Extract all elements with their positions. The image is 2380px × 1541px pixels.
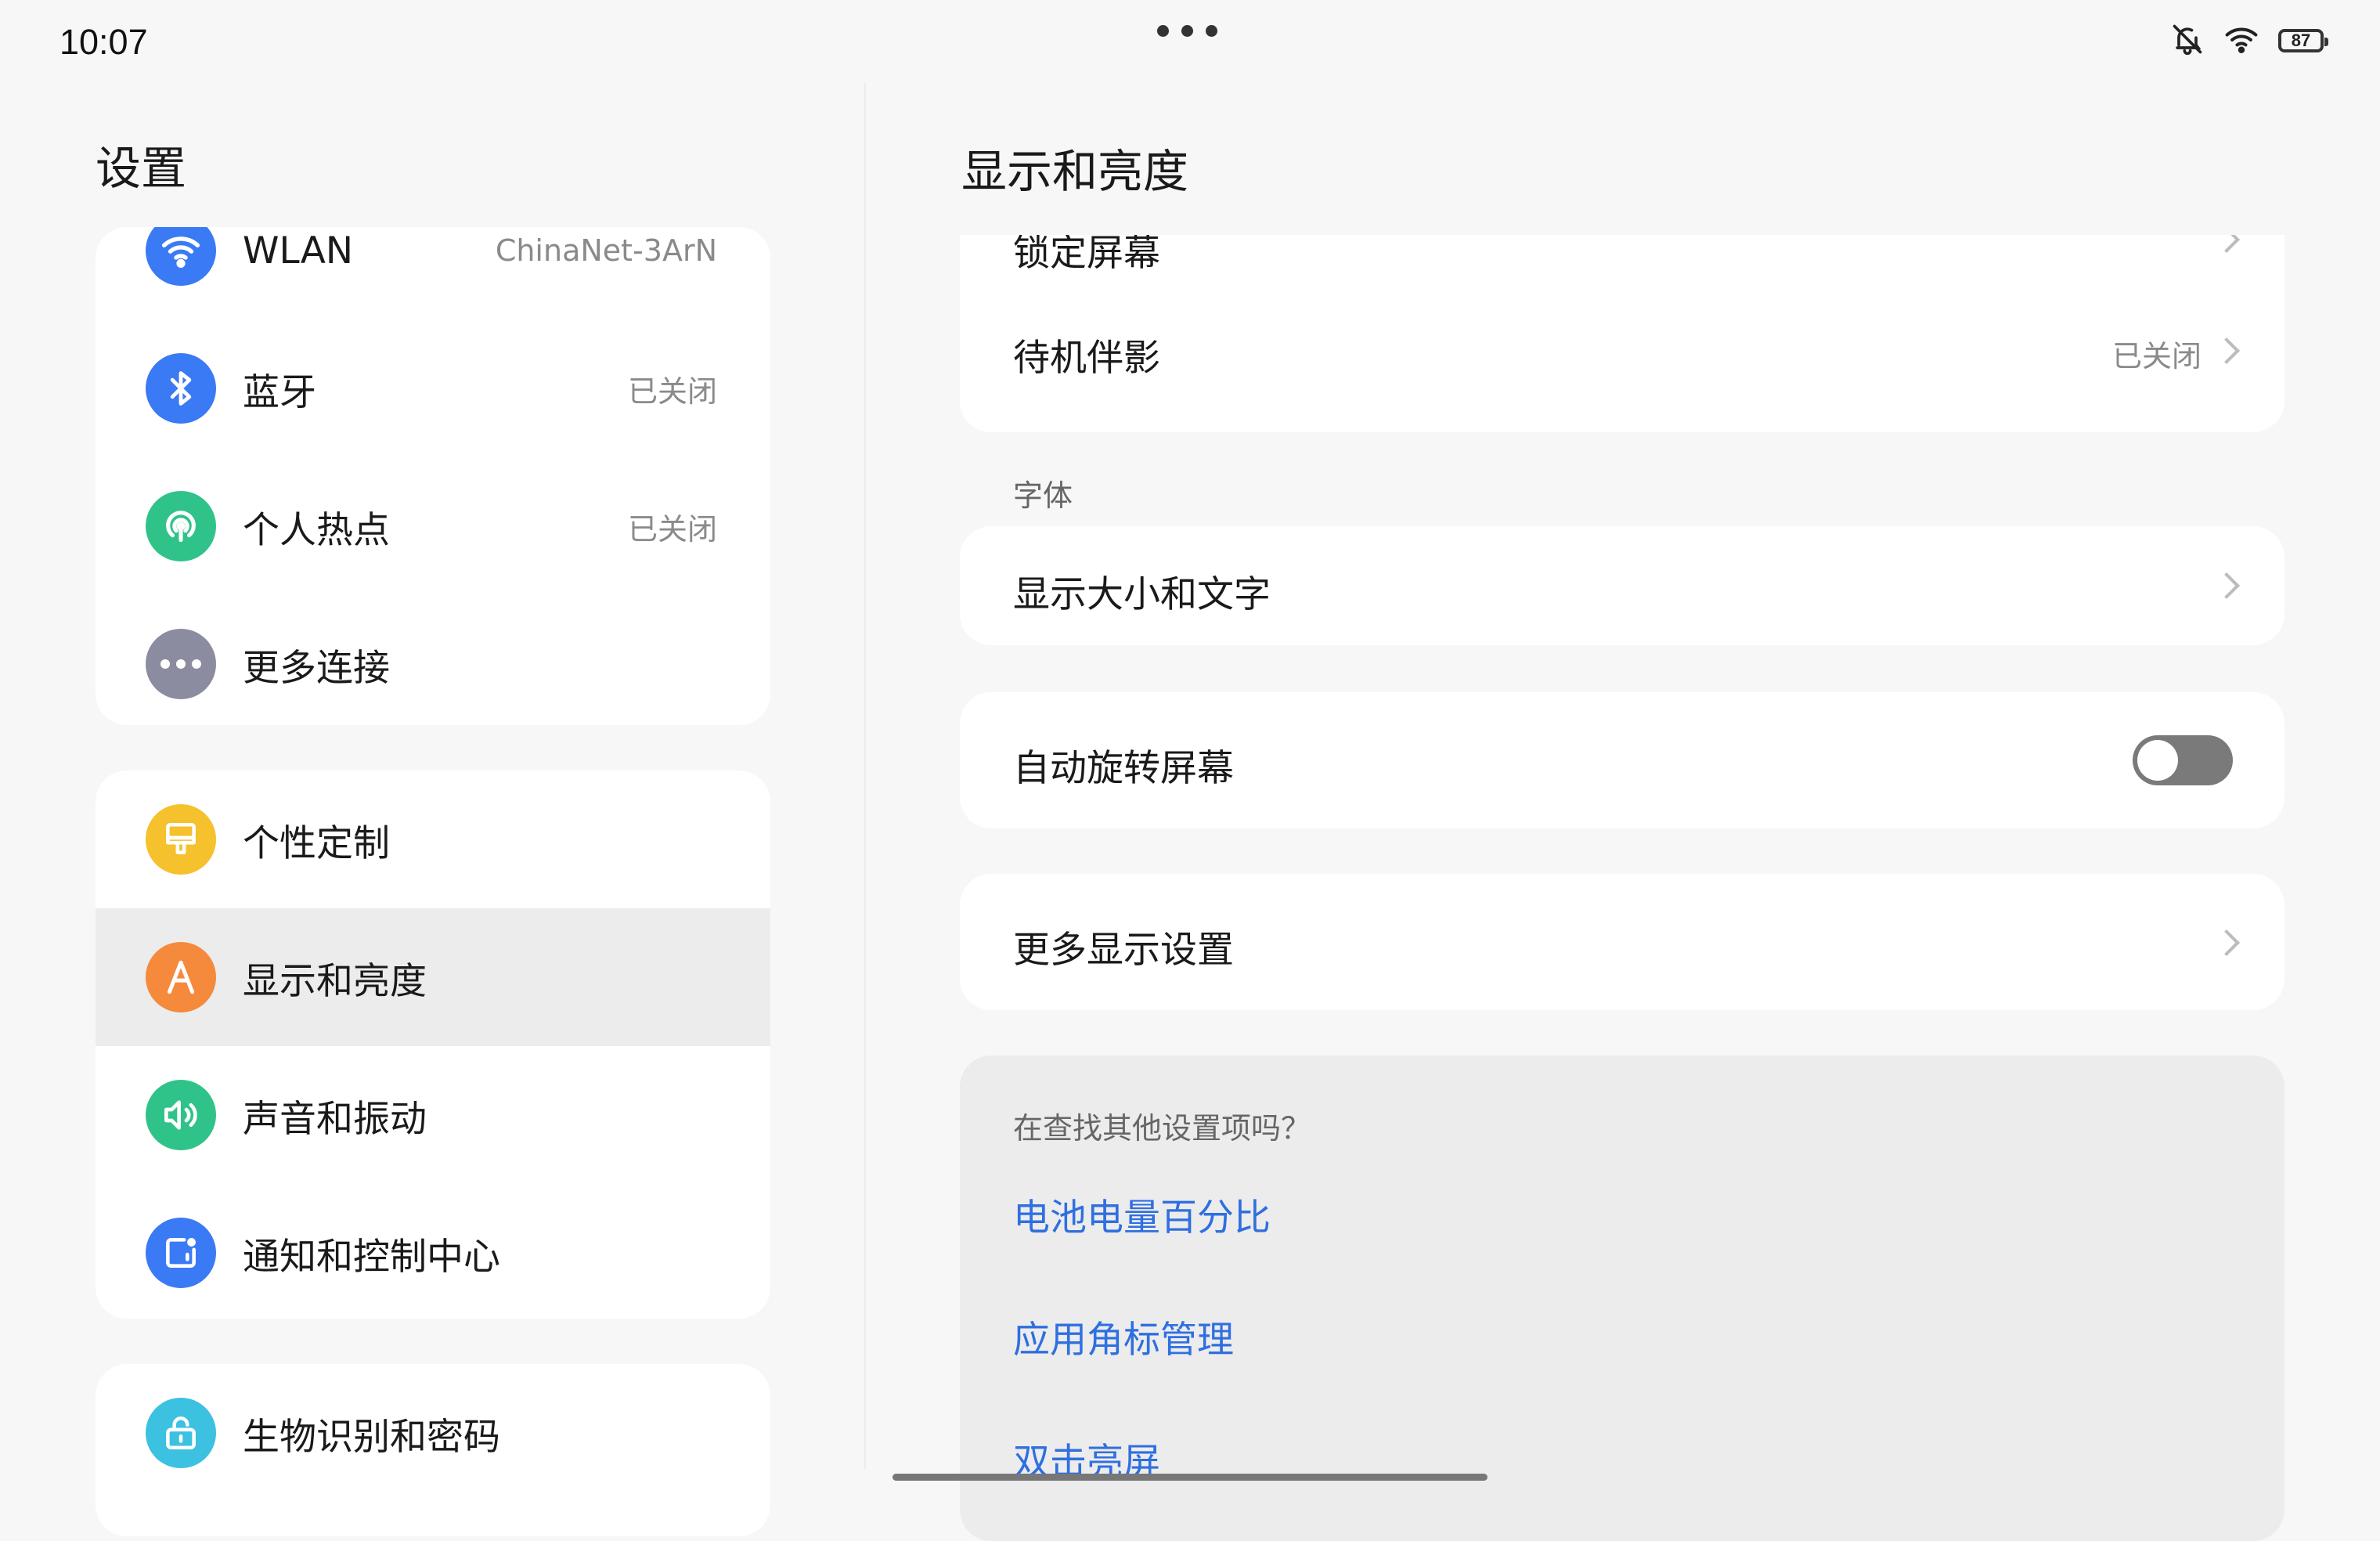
notification-icon — [146, 1218, 216, 1288]
bell-off-icon — [2170, 22, 2205, 60]
suggestions-card: 在查找其他设置项吗？ 电池电量百分比 应用角标管理 双击亮屏 — [960, 1056, 2284, 1541]
row-lock-screen[interactable]: 锁定屏幕 — [960, 235, 2284, 282]
row-auto-rotate: 自动旋转屏幕 — [960, 692, 2284, 828]
sidebar-item-value: 已关闭 — [627, 511, 717, 547]
suggestion-link[interactable]: 应用角标管理 — [1013, 1309, 1234, 1363]
row-display-size[interactable]: 显示大小和文字 — [960, 526, 2284, 645]
sidebar-item-value: ChinaNet-3ArN — [495, 233, 717, 268]
chevron-right-icon — [2213, 929, 2240, 956]
row-label: 更多显示设置 — [1013, 929, 1234, 972]
more-dots-icon — [146, 629, 216, 699]
row-label: 自动旋转屏幕 — [1013, 747, 1234, 790]
sidebar-item-label: 蓝牙 — [243, 370, 316, 414]
sidebar-item-label: 更多连接 — [243, 646, 390, 690]
row-value: 已关闭 — [2111, 339, 2202, 374]
auto-rotate-toggle[interactable] — [2133, 735, 2233, 785]
bluetooth-icon — [146, 353, 216, 424]
pane-divider — [864, 83, 866, 1469]
status-icons: 87 — [2170, 22, 2328, 60]
sidebar-item-value: 已关闭 — [627, 374, 717, 409]
row-more-display[interactable]: 更多显示设置 — [960, 874, 2284, 1010]
sidebar-item-sound[interactable]: 声音和振动 — [96, 1046, 770, 1184]
wifi-icon — [2223, 22, 2259, 60]
display-a-icon — [146, 942, 216, 1012]
row-standby[interactable]: 待机伴影 已关闭 — [960, 304, 2284, 398]
sidebar-item-more-connections[interactable]: 更多连接 — [96, 595, 770, 725]
home-indicator[interactable] — [892, 1474, 1488, 1481]
sidebar-item-display[interactable]: 显示和亮度 — [96, 908, 770, 1046]
sidebar-item-label: 生物识别和密码 — [243, 1415, 500, 1459]
hotspot-icon — [146, 491, 216, 561]
multitask-dots-icon[interactable] — [1157, 25, 1217, 37]
suggestion-link[interactable]: 电池电量百分比 — [1013, 1187, 1271, 1241]
chevron-right-icon — [2213, 235, 2240, 253]
sidebar-item-label: 显示和亮度 — [243, 959, 427, 1003]
sidebar-item-personalize[interactable]: 个性定制 — [96, 770, 770, 908]
chevron-right-icon — [2213, 572, 2240, 599]
brush-icon — [146, 804, 216, 875]
speaker-icon — [146, 1080, 216, 1150]
row-label: 待机伴影 — [1013, 337, 1160, 380]
security-group: 生物识别和密码 — [96, 1364, 770, 1536]
settings-title: 设置 — [96, 142, 187, 195]
sidebar-item-hotspot[interactable]: 个人热点 已关闭 — [96, 457, 770, 595]
section-label-font: 字体 — [1013, 478, 1073, 513]
lock-icon — [146, 1398, 216, 1468]
sidebar-item-label: WLAN — [243, 229, 354, 272]
page-title: 显示和亮度 — [961, 145, 1189, 198]
sidebar-item-label: 通知和控制中心 — [243, 1235, 500, 1279]
row-label: 显示大小和文字 — [1013, 573, 1271, 616]
sidebar-item-label: 个人热点 — [243, 508, 390, 552]
connectivity-group: WLAN ChinaNet-3ArN 蓝牙 已关闭 个人热点 已关闭 更多连接 — [96, 227, 770, 725]
battery-icon: 87 — [2278, 29, 2328, 52]
sidebar-item-notifications[interactable]: 通知和控制中心 — [96, 1184, 770, 1319]
status-time: 10:07 — [60, 22, 148, 62]
suggestions-question: 在查找其他设置项吗？ — [1013, 1111, 1311, 1146]
sidebar-item-wlan[interactable]: WLAN ChinaNet-3ArN — [96, 227, 770, 319]
sidebar-item-label: 个性定制 — [243, 821, 390, 865]
chevron-right-icon — [2213, 337, 2240, 364]
sidebar-item-label: 声音和振动 — [243, 1097, 427, 1141]
sidebar-item-biometrics[interactable]: 生物识别和密码 — [96, 1364, 770, 1502]
lock-standby-group: 锁定屏幕 待机伴影 已关闭 — [960, 235, 2284, 432]
personalization-group: 个性定制 显示和亮度 声音和振动 通知和控制中心 — [96, 770, 770, 1319]
sidebar-item-bluetooth[interactable]: 蓝牙 已关闭 — [96, 319, 770, 457]
wifi-icon — [146, 227, 216, 286]
row-label: 锁定屏幕 — [1013, 235, 1160, 275]
